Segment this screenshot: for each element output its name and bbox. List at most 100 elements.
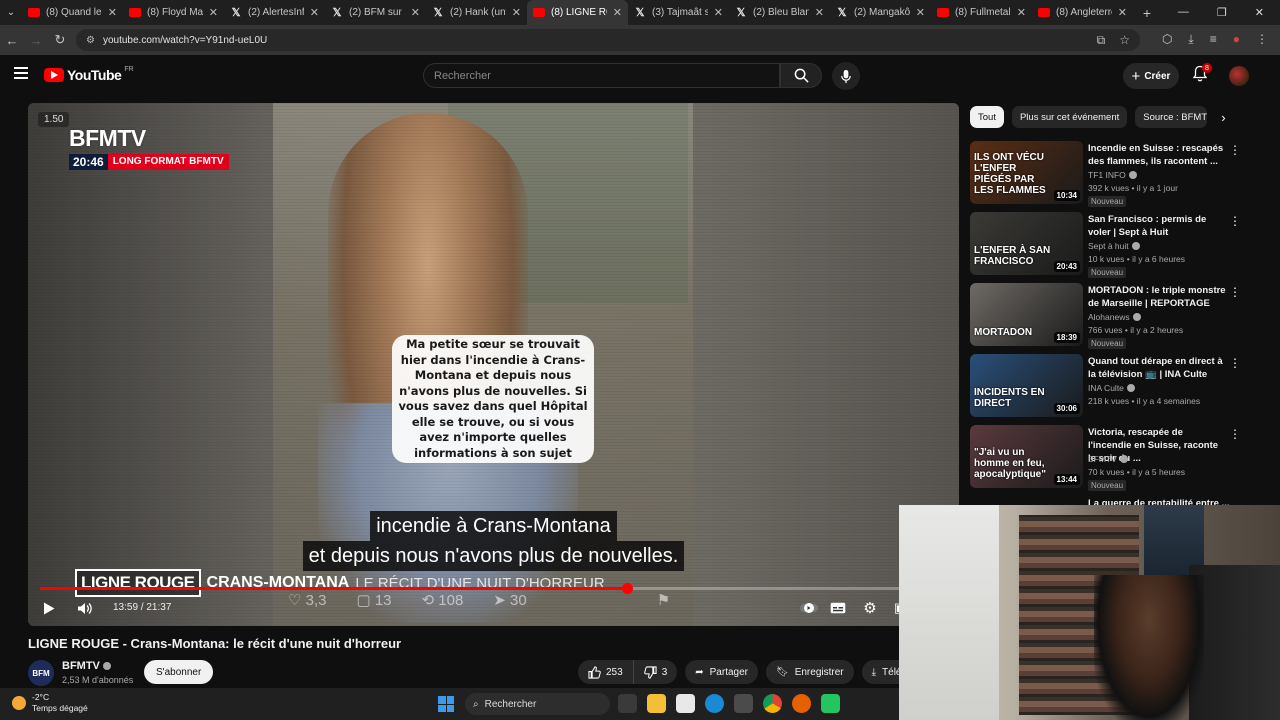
chevron-right-icon[interactable]: ›: [1221, 110, 1225, 125]
media-controls-icon[interactable]: ≡: [1210, 32, 1217, 47]
tab-close-icon[interactable]: ✕: [815, 6, 824, 19]
chip-all[interactable]: Tout: [970, 106, 1004, 128]
app-icon[interactable]: [821, 694, 840, 713]
install-app-icon[interactable]: ⧉: [1097, 33, 1106, 48]
close-window-button[interactable]: ✕: [1255, 6, 1264, 19]
video-thumbnail[interactable]: INCIDENTS EN DIRECT 30:06: [970, 354, 1083, 417]
subtitles-button[interactable]: [828, 598, 848, 618]
tab-close-icon[interactable]: ✕: [411, 6, 420, 19]
start-button[interactable]: [438, 696, 454, 712]
voice-search-button[interactable]: [832, 62, 860, 90]
reload-icon[interactable]: ↻: [48, 32, 72, 48]
account-avatar[interactable]: [1229, 66, 1249, 86]
video-thumbnail[interactable]: "J'ai vu un homme en feu, apocalyptique"…: [970, 425, 1083, 488]
tab-close-icon[interactable]: ✕: [613, 6, 622, 19]
more-actions-icon[interactable]: ⋮: [1229, 356, 1241, 370]
extensions-icon[interactable]: ⬡: [1162, 32, 1172, 47]
share-button[interactable]: ➦ Partager: [685, 660, 758, 684]
downloads-icon[interactable]: ⤓: [1188, 32, 1193, 47]
rec-channel[interactable]: Alohanews: [1088, 312, 1141, 322]
browser-tab[interactable]: 𝕏 (2) Bleu Blanc ✕: [729, 0, 830, 25]
back-icon[interactable]: ←: [0, 33, 24, 48]
chrome-icon[interactable]: [763, 694, 782, 713]
site-info-icon[interactable]: ⚙: [86, 35, 95, 46]
browser-tab[interactable]: (8) Quand le sp ✕: [22, 0, 123, 25]
notifications-button[interactable]: 8: [1192, 63, 1212, 87]
firefox-icon[interactable]: [792, 694, 811, 713]
progress-bar[interactable]: [40, 583, 947, 594]
browser-tab[interactable]: 𝕏 (2) Hank (unva ✕: [426, 0, 527, 25]
search-button[interactable]: [780, 63, 822, 88]
chip-more-event[interactable]: Plus sur cet événement: [1011, 106, 1128, 128]
more-actions-icon[interactable]: ⋮: [1229, 143, 1241, 157]
task-view-icon[interactable]: [618, 694, 637, 713]
browser-menu-icon[interactable]: ⋮: [1256, 32, 1268, 47]
browser-tab[interactable]: 𝕏 (2) Mangakôô ✕: [830, 0, 931, 25]
subscribe-button[interactable]: S'abonner: [144, 660, 214, 684]
minimize-button[interactable]: —: [1178, 6, 1189, 19]
video-thumbnail[interactable]: L'ENFER À SAN FRANCISCO 20:43: [970, 212, 1083, 275]
browser-tab[interactable]: (8) Angleterre ✕: [1032, 0, 1133, 25]
create-button[interactable]: + Créer: [1123, 63, 1179, 89]
settings-button[interactable]: ⚙: [860, 598, 880, 618]
maximize-button[interactable]: ❐: [1217, 6, 1227, 19]
browser-tab[interactable]: (8) Floyd Mayw ✕: [123, 0, 224, 25]
youtube-logo[interactable]: YouTube FR: [44, 66, 134, 83]
url-field[interactable]: ⚙ youtube.com/watch?v=Y91nd-ueL0U ⧉ ☆: [76, 29, 1140, 51]
browser-tab[interactable]: 𝕏 (2) BFM sur X ✕: [325, 0, 426, 25]
video-player[interactable]: 1.50 BFMTV 20:46 LONG FORMAT BFMTV Ma pe…: [28, 103, 959, 626]
channel-avatar[interactable]: BFM: [28, 660, 54, 686]
guide-menu-icon[interactable]: [14, 67, 28, 79]
weather-widget[interactable]: -2°C Temps dégagé: [12, 692, 88, 714]
recommendation-item[interactable]: "J'ai vu un homme en feu, apocalyptique"…: [970, 424, 1245, 495]
rec-title[interactable]: San Francisco : permis de voler | Sept à…: [1088, 213, 1228, 239]
taskbar-search[interactable]: ⌕ Rechercher: [465, 693, 610, 715]
tab-close-icon[interactable]: ✕: [108, 6, 117, 19]
search-input[interactable]: Rechercher: [423, 63, 780, 88]
more-actions-icon[interactable]: ⋮: [1229, 427, 1241, 441]
recommendation-item[interactable]: MORTADON 18:39 MORTADON : le triple mons…: [970, 282, 1245, 353]
autoplay-toggle[interactable]: [799, 598, 819, 618]
more-actions-icon[interactable]: ⋮: [1229, 214, 1241, 228]
notepad-icon[interactable]: [676, 694, 695, 713]
save-button[interactable]: 🔖︎ Enregistrer: [766, 660, 854, 684]
volume-button[interactable]: [74, 598, 94, 618]
forward-icon[interactable]: →: [24, 33, 48, 48]
like-button[interactable]: 253: [578, 660, 633, 684]
browser-tab[interactable]: (8) Fullmetal A ✕: [931, 0, 1032, 25]
rec-channel[interactable]: BFMTV: [1088, 454, 1128, 464]
video-thumbnail[interactable]: MORTADON 18:39: [970, 283, 1083, 346]
browser-tab[interactable]: (8) LIGNE ROUG ✕: [527, 0, 628, 25]
browser-tab[interactable]: 𝕏 (2) AlertesInfos ✕: [224, 0, 325, 25]
rec-channel[interactable]: Sept à huit: [1088, 241, 1140, 251]
rec-channel[interactable]: INA Culte: [1088, 383, 1135, 393]
tab-search-icon[interactable]: ⌄: [0, 0, 22, 25]
file-explorer-icon[interactable]: [647, 694, 666, 713]
play-button[interactable]: [39, 598, 59, 618]
recommendation-item[interactable]: INCIDENTS EN DIRECT 30:06 Quand tout dér…: [970, 353, 1245, 424]
more-actions-icon[interactable]: ⋮: [1229, 285, 1241, 299]
store-icon[interactable]: [734, 694, 753, 713]
profile-icon[interactable]: ●: [1233, 32, 1240, 47]
rec-channel[interactable]: TF1 INFO: [1088, 170, 1137, 180]
tab-close-icon[interactable]: ✕: [512, 6, 521, 19]
browser-tab[interactable]: 𝕏 (3) Tajmaât sur ✕: [628, 0, 729, 25]
rec-title[interactable]: MORTADON : le triple monstre de Marseill…: [1088, 284, 1228, 310]
tab-close-icon[interactable]: ✕: [310, 6, 319, 19]
chip-source[interactable]: Source : BFMTV: [1135, 106, 1208, 128]
dislike-button[interactable]: 3: [632, 660, 678, 684]
new-tab-button[interactable]: +: [1133, 5, 1161, 21]
tab-close-icon[interactable]: ✕: [1017, 6, 1026, 19]
tab-close-icon[interactable]: ✕: [714, 6, 723, 19]
recommendation-item[interactable]: L'ENFER À SAN FRANCISCO 20:43 San Franci…: [970, 211, 1245, 282]
channel-name[interactable]: BFMTV: [62, 660, 111, 672]
rec-title[interactable]: Quand tout dérape en direct à la télévis…: [1088, 355, 1228, 381]
recommendation-item[interactable]: ILS ONT VÉCU L'ENFER PIÉGÉS PAR LES FLAM…: [970, 140, 1245, 211]
edge-icon[interactable]: [705, 694, 724, 713]
tab-close-icon[interactable]: ✕: [209, 6, 218, 19]
video-thumbnail[interactable]: ILS ONT VÉCU L'ENFER PIÉGÉS PAR LES FLAM…: [970, 141, 1083, 204]
bookmark-star-icon[interactable]: ☆: [1119, 33, 1130, 48]
tab-close-icon[interactable]: ✕: [916, 6, 925, 19]
rec-title[interactable]: Incendie en Suisse : rescapés des flamme…: [1088, 142, 1228, 168]
tab-close-icon[interactable]: ✕: [1118, 6, 1127, 19]
